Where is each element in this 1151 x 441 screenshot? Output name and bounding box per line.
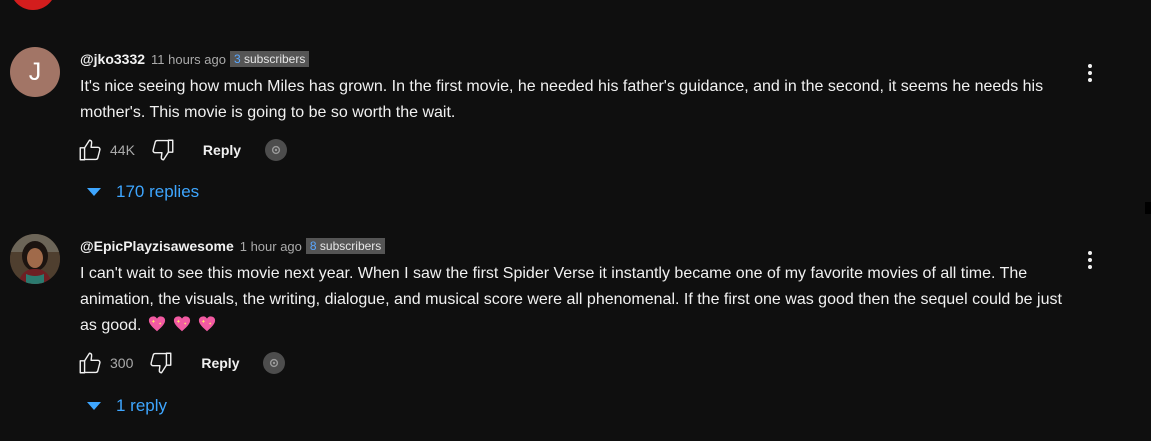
sparkling-heart-icon: [149, 316, 166, 332]
sparkling-heart-icon: [199, 316, 216, 332]
thumb-down-icon: [150, 352, 172, 374]
view-replies-button[interactable]: 1 reply: [86, 394, 167, 418]
three-dot-vertical-icon: [1088, 64, 1092, 82]
subscriber-count: 3: [233, 52, 241, 66]
dislike-button[interactable]: [147, 349, 175, 377]
creator-reply-icon: [265, 139, 288, 161]
like-button[interactable]: [76, 349, 104, 377]
thumb-up-icon: [79, 352, 101, 374]
comment-header: @jko3332 11 hours ago 3 subscribers: [80, 49, 310, 69]
thumb-down-icon: [152, 139, 174, 161]
more-actions-button[interactable]: [1078, 246, 1102, 274]
sparkling-heart-icon: [174, 316, 191, 332]
three-dot-vertical-icon: [1088, 251, 1092, 269]
comment-text: I can't wait to see this movie next year…: [80, 265, 1062, 334]
like-button[interactable]: [76, 136, 104, 164]
comment-time[interactable]: 11 hours ago: [151, 52, 226, 67]
replies-label: 1 reply: [116, 396, 168, 415]
thumb-up-icon: [79, 139, 101, 161]
subscriber-count: 8: [309, 239, 317, 253]
comment-actions: 300 Reply: [76, 348, 286, 378]
author-handle[interactable]: @EpicPlayzisawesome: [80, 238, 234, 254]
avatar[interactable]: J: [10, 47, 60, 97]
profile-photo-icon: [10, 234, 60, 284]
dislike-button[interactable]: [149, 136, 177, 164]
like-count: 44K: [110, 142, 135, 158]
reply-button[interactable]: Reply: [201, 355, 239, 371]
avatar-letter: J: [28, 57, 42, 86]
view-replies-button[interactable]: 170 replies: [86, 180, 199, 204]
comment-actions: 44K Reply: [76, 135, 288, 165]
comment-time[interactable]: 1 hour ago: [240, 239, 302, 254]
subscriber-label: subscribers: [240, 52, 306, 66]
avatar[interactable]: [10, 234, 60, 284]
replies-label: 170 replies: [116, 182, 200, 201]
creator-reply-icon: [263, 352, 286, 374]
subscriber-badge: 8 subscribers: [305, 238, 386, 254]
more-actions-button[interactable]: [1078, 59, 1102, 87]
like-count: 300: [110, 355, 134, 371]
comment-thread: @EpicPlayzisawesome 1 hour ago 8 subscri…: [0, 234, 1151, 434]
comment-text-container: I can't wait to see this movie next year…: [80, 261, 1065, 339]
caret-down-icon: [87, 402, 101, 410]
comment-text: It's nice seeing how much Miles has grow…: [80, 78, 1044, 121]
author-handle[interactable]: @jko3332: [80, 51, 145, 67]
reply-button[interactable]: Reply: [203, 142, 241, 158]
partial-avatar[interactable]: [10, 0, 56, 10]
comment-header: @EpicPlayzisawesome 1 hour ago 8 subscri…: [80, 236, 386, 256]
subscriber-badge: 3 subscribers: [229, 51, 310, 67]
comments-section: J @jko3332 11 hours ago 3 subscribers It…: [0, 0, 1151, 441]
caret-down-icon: [87, 188, 101, 196]
comment-thread: J @jko3332 11 hours ago 3 subscribers It…: [0, 47, 1151, 217]
subscriber-label: subscribers: [316, 239, 382, 253]
